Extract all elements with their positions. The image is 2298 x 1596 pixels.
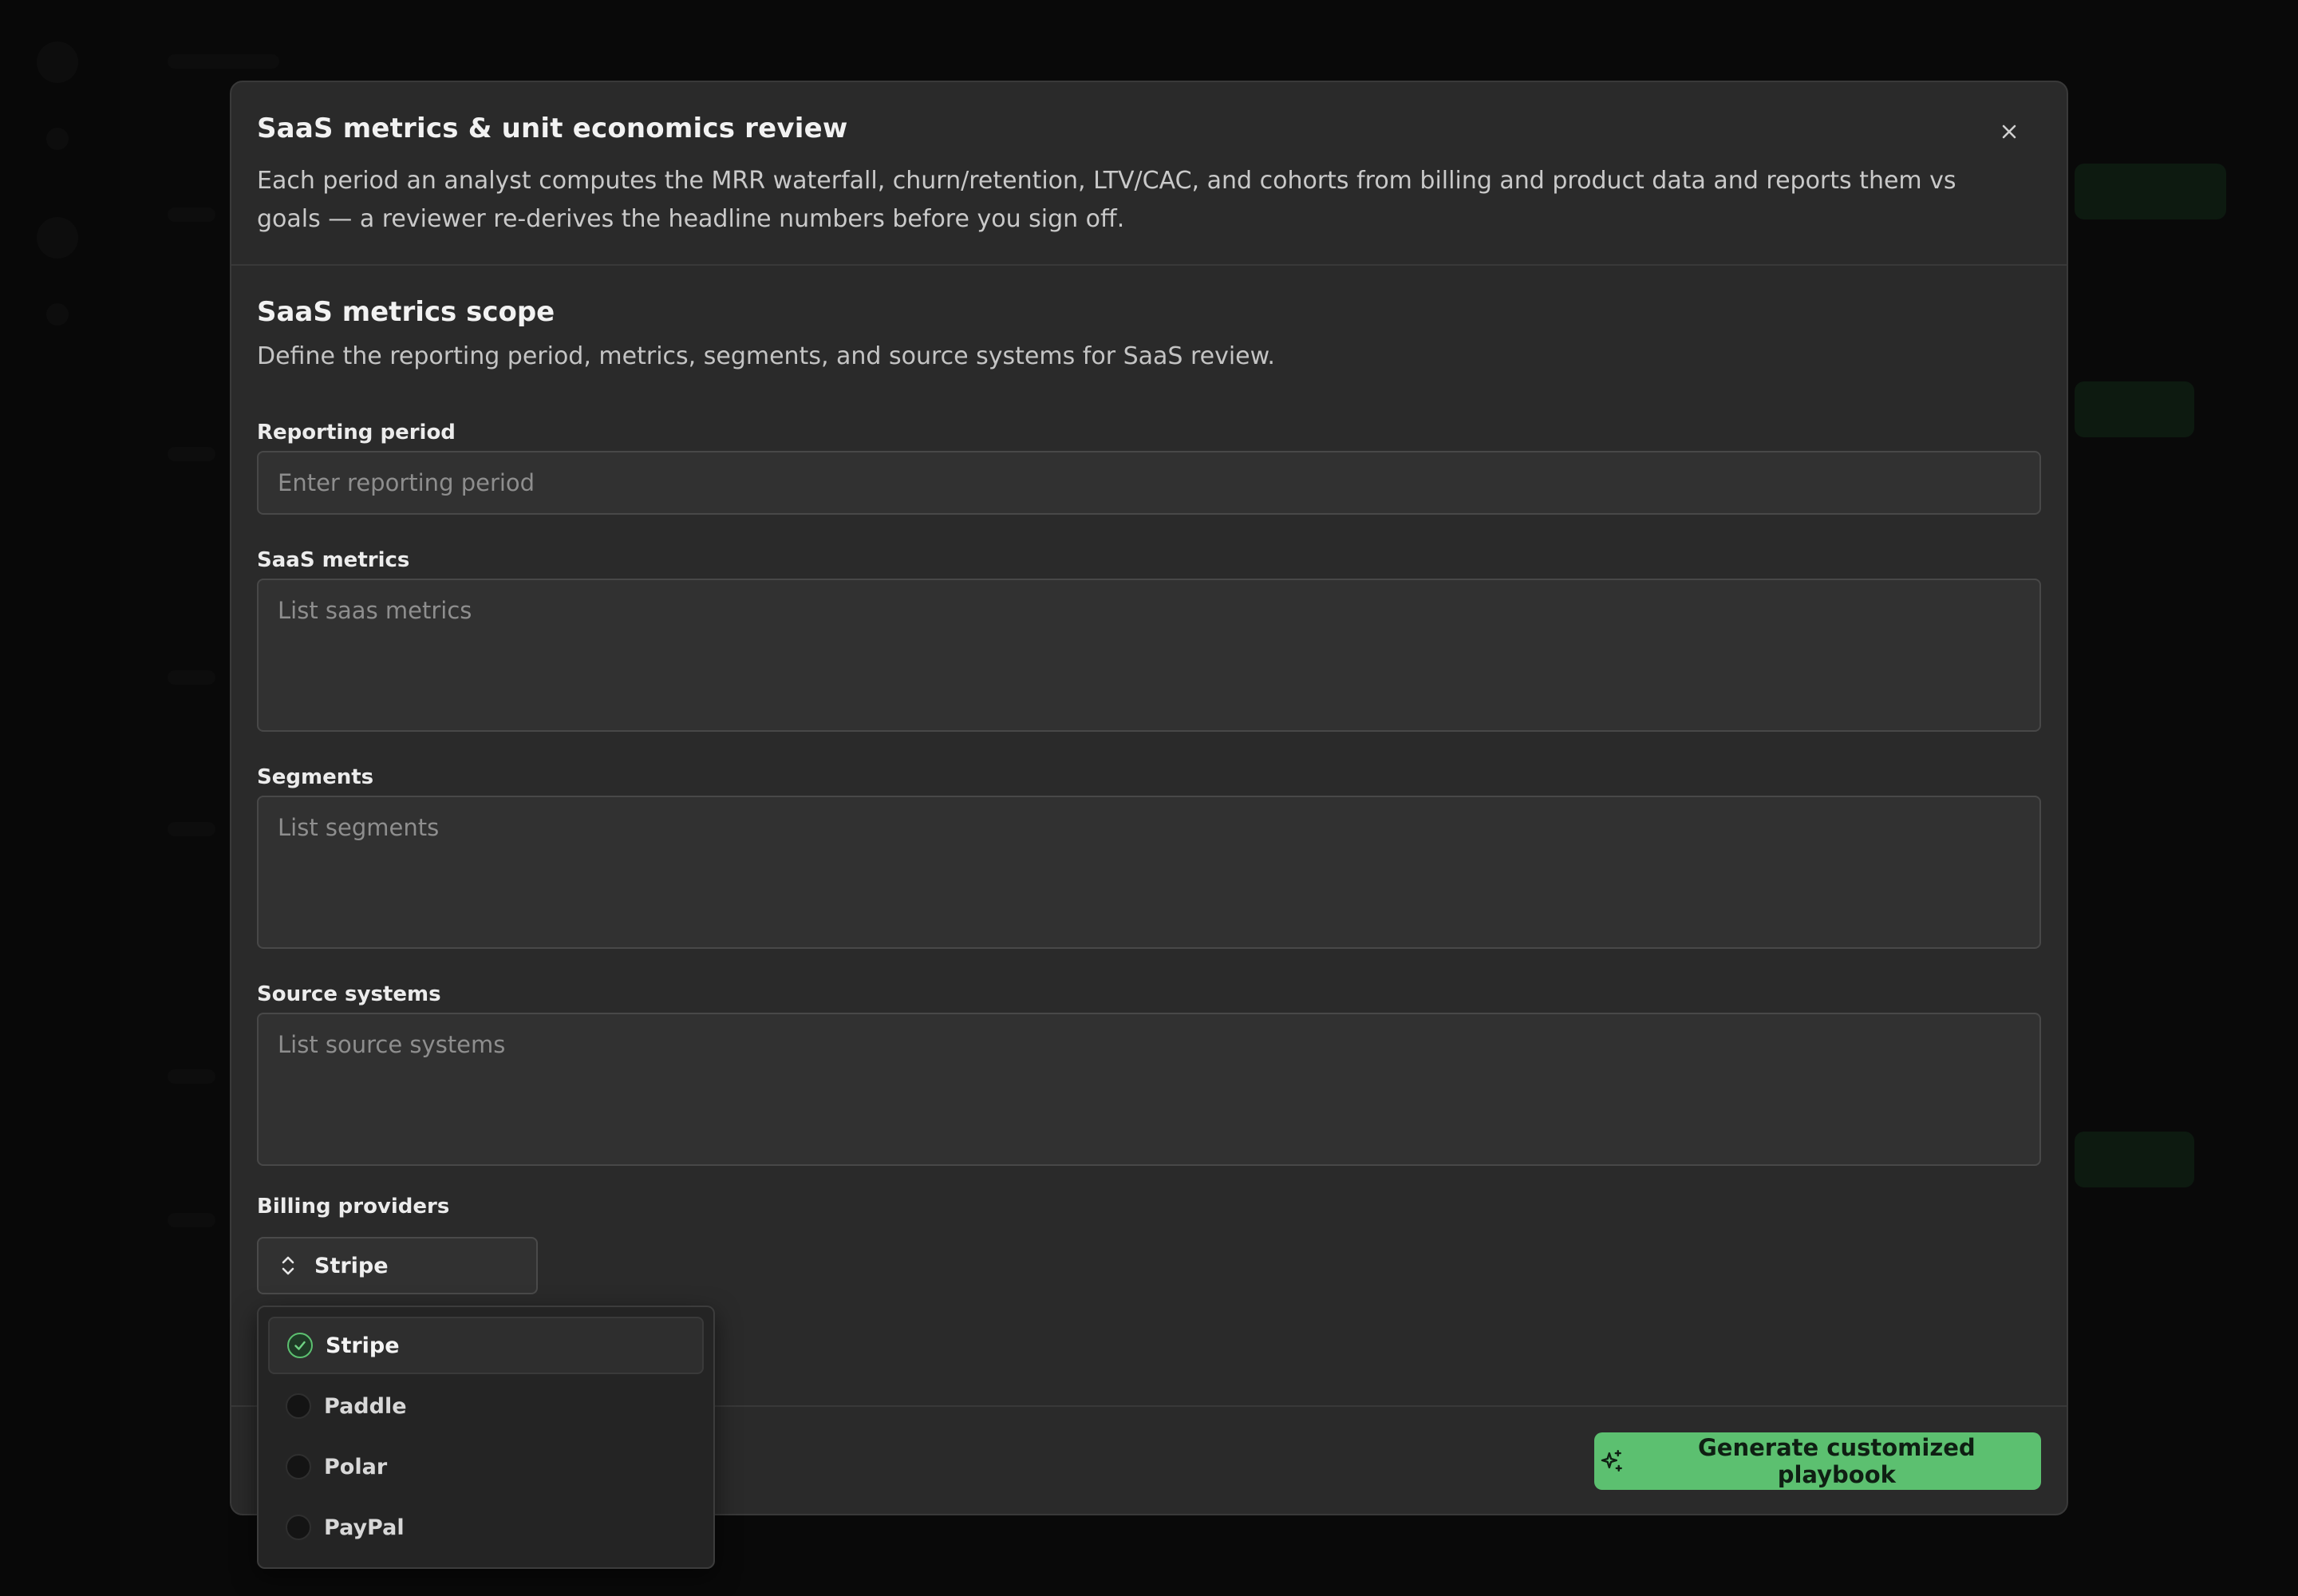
generate-playbook-button[interactable]: Generate customized playbook bbox=[1594, 1432, 2041, 1490]
option-paddle[interactable]: Paddle bbox=[268, 1377, 704, 1435]
source-systems-textarea[interactable] bbox=[257, 1013, 2041, 1166]
billing-providers-dropdown: Stripe Paddle Polar PayPal bbox=[257, 1306, 715, 1569]
segments-textarea[interactable] bbox=[257, 796, 2041, 949]
option-label: Paddle bbox=[324, 1393, 407, 1419]
dialog-title: SaaS metrics & unit economics review bbox=[257, 113, 848, 144]
billing-providers-selected-value: Stripe bbox=[314, 1253, 389, 1278]
checkbox-checked bbox=[287, 1333, 313, 1358]
scope-description: Define the reporting period, metrics, se… bbox=[257, 342, 1275, 370]
close-button[interactable] bbox=[1993, 116, 2025, 148]
dialog-description: Each period an analyst computes the MRR … bbox=[257, 167, 1956, 233]
checkbox-unchecked bbox=[286, 1454, 311, 1479]
close-icon bbox=[2002, 124, 2016, 139]
option-label: Polar bbox=[324, 1454, 388, 1479]
reporting-period-label: Reporting period bbox=[257, 421, 456, 444]
option-paypal[interactable]: PayPal bbox=[268, 1499, 704, 1556]
checkbox-unchecked bbox=[286, 1515, 311, 1540]
billing-providers-label: Billing providers bbox=[257, 1195, 450, 1219]
option-label: PayPal bbox=[324, 1515, 405, 1540]
reporting-period-input[interactable] bbox=[257, 451, 2041, 515]
option-label: Stripe bbox=[326, 1333, 400, 1358]
generate-playbook-label: Generate customized playbook bbox=[1698, 1434, 1976, 1488]
option-polar[interactable]: Polar bbox=[268, 1438, 704, 1495]
billing-providers-select[interactable]: Stripe bbox=[257, 1237, 538, 1294]
dialog-header: SaaS metrics & unit economics review Eac… bbox=[231, 82, 2067, 266]
chevron-up-down-icon bbox=[282, 1256, 294, 1275]
source-systems-label: Source systems bbox=[257, 982, 441, 1006]
check-icon bbox=[294, 1341, 306, 1350]
sparkles-icon bbox=[1601, 1449, 1622, 1472]
checkbox-unchecked bbox=[286, 1393, 311, 1419]
segments-label: Segments bbox=[257, 765, 374, 789]
saas-metrics-label: SaaS metrics bbox=[257, 548, 410, 572]
scope-title: SaaS metrics scope bbox=[257, 296, 555, 328]
option-stripe[interactable]: Stripe bbox=[268, 1317, 704, 1374]
saas-metrics-textarea[interactable] bbox=[257, 579, 2041, 732]
playbook-dialog: SaaS metrics & unit economics review Eac… bbox=[230, 81, 2068, 1515]
